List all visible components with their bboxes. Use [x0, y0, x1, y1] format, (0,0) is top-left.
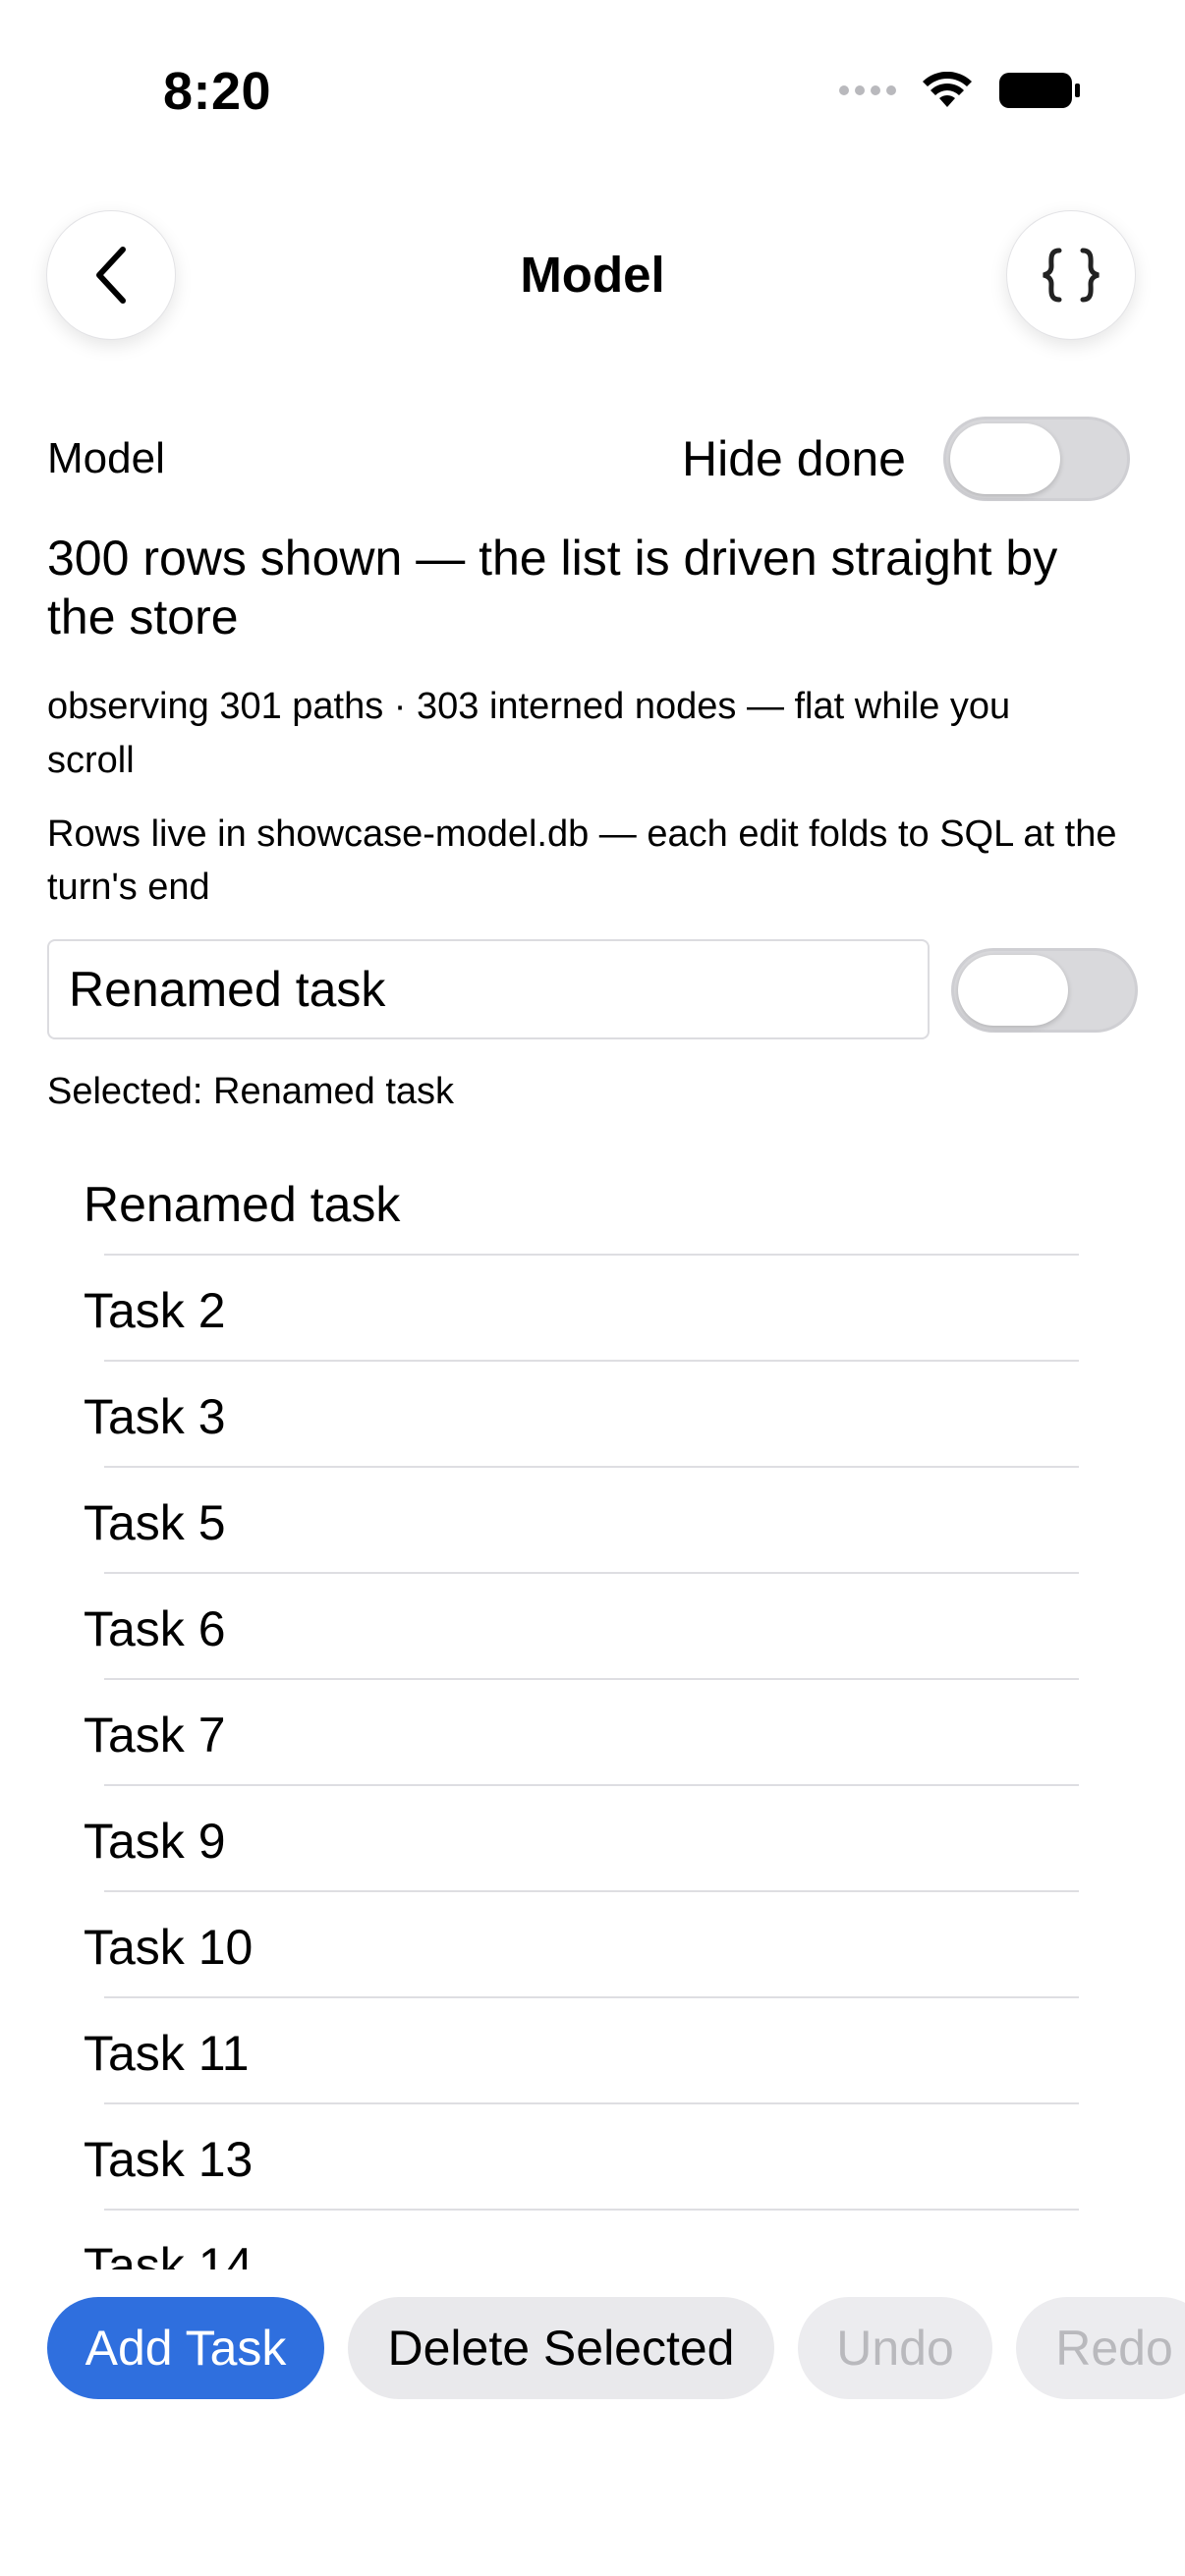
- json-view-button[interactable]: [1006, 210, 1136, 340]
- selected-task-label: Selected: Renamed task: [47, 1071, 455, 1112]
- curly-braces-icon: [1043, 248, 1100, 303]
- toggle-knob: [950, 423, 1060, 494]
- status-icons: [839, 71, 1081, 110]
- task-label: Task 10: [84, 1920, 254, 1975]
- task-label: Task 3: [84, 1389, 226, 1444]
- task-row[interactable]: Task 11: [0, 1998, 1185, 2104]
- action-bar: Add Task Delete Selected Undo Redo: [47, 2297, 1185, 2399]
- task-label: Task 5: [84, 1495, 226, 1550]
- task-row[interactable]: Task 6: [0, 1574, 1185, 1680]
- task-row[interactable]: Task 10: [0, 1892, 1185, 1998]
- observing-stats: observing 301 paths · 303 interned nodes…: [47, 686, 1011, 781]
- task-row[interactable]: Task 9: [0, 1786, 1185, 1892]
- task-row[interactable]: Renamed task: [0, 1149, 1185, 1256]
- cellular-signal-icon: [839, 85, 896, 95]
- task-list[interactable]: Renamed task Task 2 Task 3 Task 5 Task 6…: [0, 1149, 1185, 2269]
- task-label: Task 14: [84, 2238, 254, 2269]
- task-title-input[interactable]: [47, 939, 930, 1039]
- task-row[interactable]: Task 2: [0, 1256, 1185, 1362]
- task-label: Task 6: [84, 1601, 226, 1656]
- model-header-row: Model Hide done: [47, 415, 1130, 503]
- model-label: Model: [47, 434, 165, 482]
- task-label: Renamed task: [84, 1177, 401, 1232]
- task-label: Task 9: [84, 1814, 226, 1869]
- task-done-toggle[interactable]: [951, 948, 1138, 1033]
- undo-button[interactable]: Undo: [798, 2297, 992, 2399]
- hide-done-group: Hide done: [682, 417, 1130, 501]
- task-row[interactable]: Task 7: [0, 1680, 1185, 1786]
- hide-done-label: Hide done: [682, 431, 906, 486]
- task-row[interactable]: Task 5: [0, 1468, 1185, 1574]
- task-label: Task 2: [84, 1283, 226, 1338]
- screen: 8:20 Model Model Hide done 300 rows show…: [0, 0, 1185, 2576]
- task-label: Task 11: [84, 2026, 250, 2081]
- rows-shown-headline: 300 rows shown — the list is driven stra…: [47, 531, 1058, 644]
- delete-selected-button[interactable]: Delete Selected: [348, 2297, 774, 2399]
- add-task-button[interactable]: Add Task: [47, 2297, 324, 2399]
- battery-icon: [999, 73, 1080, 108]
- task-row[interactable]: Task 13: [0, 2104, 1185, 2211]
- toggle-knob: [958, 955, 1068, 1026]
- task-row[interactable]: Task 3: [0, 1362, 1185, 1468]
- task-row[interactable]: Task 14: [0, 2211, 1185, 2269]
- task-label: Task 13: [84, 2132, 254, 2187]
- wifi-icon: [923, 72, 972, 107]
- redo-button[interactable]: Redo: [1016, 2297, 1185, 2399]
- status-time: 8:20: [163, 62, 272, 121]
- task-label: Task 7: [84, 1708, 226, 1763]
- storage-note: Rows live in showcase-model.db — each ed…: [47, 813, 1117, 908]
- hide-done-toggle[interactable]: [943, 417, 1130, 501]
